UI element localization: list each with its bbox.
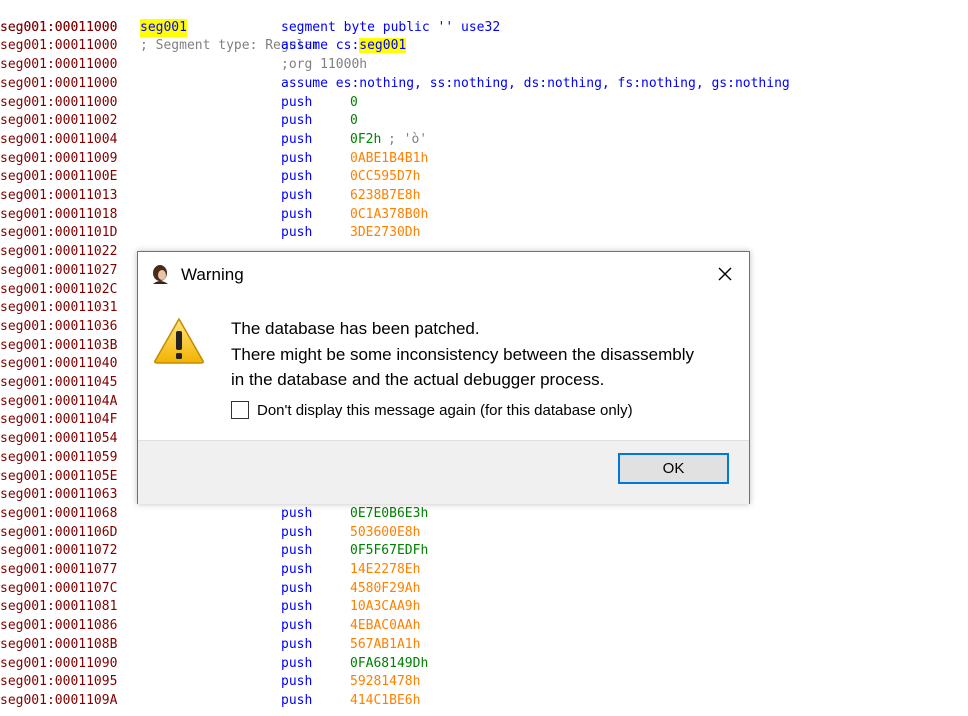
- operand[interactable]: 0E7E0B6E3h: [350, 505, 428, 524]
- mnemonic: push: [281, 131, 313, 147]
- mnemonic: push: [281, 169, 313, 185]
- operand[interactable]: 503600E8h: [350, 524, 420, 543]
- address[interactable]: seg001:00011000: [0, 19, 117, 38]
- mnemonic: assume es:nothing, ss:nothing, ds:nothin…: [281, 75, 790, 91]
- address[interactable]: seg001:00011027: [0, 262, 117, 281]
- dialog-titlebar[interactable]: Warning: [138, 252, 749, 296]
- address[interactable]: seg001:00011036: [0, 318, 117, 337]
- segment-reference[interactable]: seg001: [359, 38, 407, 54]
- mnemonic: push: [281, 580, 313, 596]
- address[interactable]: seg001:00011063: [0, 486, 117, 505]
- address[interactable]: seg001:00011095: [0, 673, 117, 692]
- address[interactable]: seg001:00011081: [0, 598, 117, 617]
- ok-button[interactable]: OK: [618, 453, 729, 484]
- operand[interactable]: 0F5F67EDFh: [350, 542, 428, 561]
- address[interactable]: seg001:00011000: [0, 94, 117, 113]
- address[interactable]: seg001:0001105E: [0, 468, 117, 487]
- operand[interactable]: 0F2h: [350, 131, 381, 150]
- dont-show-again-checkbox[interactable]: [231, 401, 249, 419]
- address[interactable]: seg001:00011018: [0, 206, 117, 225]
- mnemonic: push: [281, 655, 313, 671]
- mnemonic: ;org 11000h: [281, 57, 368, 73]
- mnemonic: push: [281, 618, 313, 634]
- address[interactable]: seg001:0001108B: [0, 636, 117, 655]
- address[interactable]: seg001:00011040: [0, 355, 117, 374]
- mnemonic: push: [281, 674, 313, 690]
- mnemonic: push: [281, 524, 313, 540]
- mnemonic: push: [281, 225, 313, 241]
- assume-directive: assume cs:seg001: [281, 37, 407, 56]
- address[interactable]: seg001:00011013: [0, 187, 117, 206]
- message-line: There might be some inconsistency betwee…: [231, 344, 695, 364]
- address[interactable]: seg001:00011000: [0, 37, 117, 56]
- address[interactable]: seg001:00011022: [0, 243, 117, 262]
- mnemonic: push: [281, 206, 313, 222]
- operand[interactable]: 59281478h: [350, 673, 420, 692]
- address[interactable]: seg001:0001107C: [0, 580, 117, 599]
- operand[interactable]: 0C1A378B0h: [350, 206, 428, 225]
- address[interactable]: seg001:00011068: [0, 505, 117, 524]
- dialog-message: The database has been patched. There mig…: [231, 316, 694, 393]
- listing-comment-line[interactable]: seg001:00011000 ; Segment type: Regular: [0, 0, 320, 54]
- mnemonic: assume cs:: [281, 38, 360, 54]
- mnemonic: push: [281, 543, 313, 559]
- warning-dialog: Warning The database has been patched. T…: [137, 251, 750, 504]
- address[interactable]: seg001:00011031: [0, 299, 117, 318]
- address[interactable]: seg001:0001104A: [0, 393, 117, 412]
- address[interactable]: seg001:0001103B: [0, 337, 117, 356]
- mnemonic: segment byte public '' use32: [281, 19, 501, 35]
- operand[interactable]: 0: [350, 94, 358, 113]
- operand[interactable]: 0: [350, 112, 358, 131]
- operand[interactable]: 4EBAC0AAh: [350, 617, 420, 636]
- address[interactable]: seg001:00011000: [0, 75, 117, 94]
- mnemonic: push: [281, 188, 313, 203]
- operand[interactable]: 0FA68149Dh: [350, 655, 428, 674]
- mnemonic: push: [281, 505, 313, 521]
- address[interactable]: seg001:00011072: [0, 542, 117, 561]
- mnemonic: push: [281, 113, 313, 129]
- dont-show-again-checkbox-row[interactable]: Don't display this message again (for th…: [231, 401, 633, 419]
- mnemonic: push: [281, 692, 313, 708]
- mnemonic: push: [281, 94, 313, 110]
- operand[interactable]: 10A3CAA9h: [350, 598, 420, 617]
- address[interactable]: seg001:0001106D: [0, 524, 117, 543]
- address[interactable]: seg001:0001101D: [0, 224, 117, 243]
- address[interactable]: seg001:00011086: [0, 617, 117, 636]
- address[interactable]: seg001:0001109A: [0, 692, 117, 711]
- inline-comment: ; 'ò': [388, 131, 428, 147]
- message-line: The database has been patched.: [231, 319, 480, 338]
- operand[interactable]: 567AB1A1h: [350, 636, 420, 655]
- address[interactable]: seg001:00011004: [0, 131, 117, 150]
- operand[interactable]: 0CC595D7h: [350, 168, 420, 187]
- mnemonic: push: [281, 599, 313, 615]
- operand[interactable]: 14E2278Eh: [350, 561, 420, 580]
- dialog-footer: OK: [138, 440, 749, 504]
- address[interactable]: seg001:00011000: [0, 56, 117, 75]
- warning-triangle-icon: [154, 317, 204, 364]
- address[interactable]: seg001:00011054: [0, 430, 117, 449]
- address[interactable]: seg001:00011077: [0, 561, 117, 580]
- operand[interactable]: 4580F29Ah: [350, 580, 420, 599]
- segment-label[interactable]: seg001: [140, 18, 187, 38]
- address[interactable]: seg001:00011002: [0, 112, 117, 131]
- mnemonic: push: [281, 562, 313, 577]
- mnemonic: push: [281, 636, 313, 652]
- address[interactable]: seg001:0001100E: [0, 168, 117, 187]
- operand[interactable]: 6238B7E8h: [350, 187, 420, 206]
- checkbox-label[interactable]: Don't display this message again (for th…: [257, 402, 633, 419]
- close-icon[interactable]: [713, 262, 737, 286]
- mnemonic: push: [281, 150, 313, 166]
- address[interactable]: seg001:00011009: [0, 150, 117, 169]
- dialog-title: Warning: [181, 265, 244, 284]
- address[interactable]: seg001:00011045: [0, 374, 117, 393]
- address[interactable]: seg001:0001102C: [0, 281, 117, 300]
- address[interactable]: seg001:00011059: [0, 449, 117, 468]
- message-line: in the database and the actual debugger …: [231, 370, 605, 389]
- operand[interactable]: 3DE2730Dh: [350, 224, 420, 243]
- address[interactable]: seg001:00011090: [0, 655, 117, 674]
- operand[interactable]: 0ABE1B4B1h: [350, 150, 428, 169]
- ida-app-icon: [153, 265, 168, 284]
- address[interactable]: seg001:0001104F: [0, 411, 117, 430]
- operand[interactable]: 414C1BE6h: [350, 692, 420, 711]
